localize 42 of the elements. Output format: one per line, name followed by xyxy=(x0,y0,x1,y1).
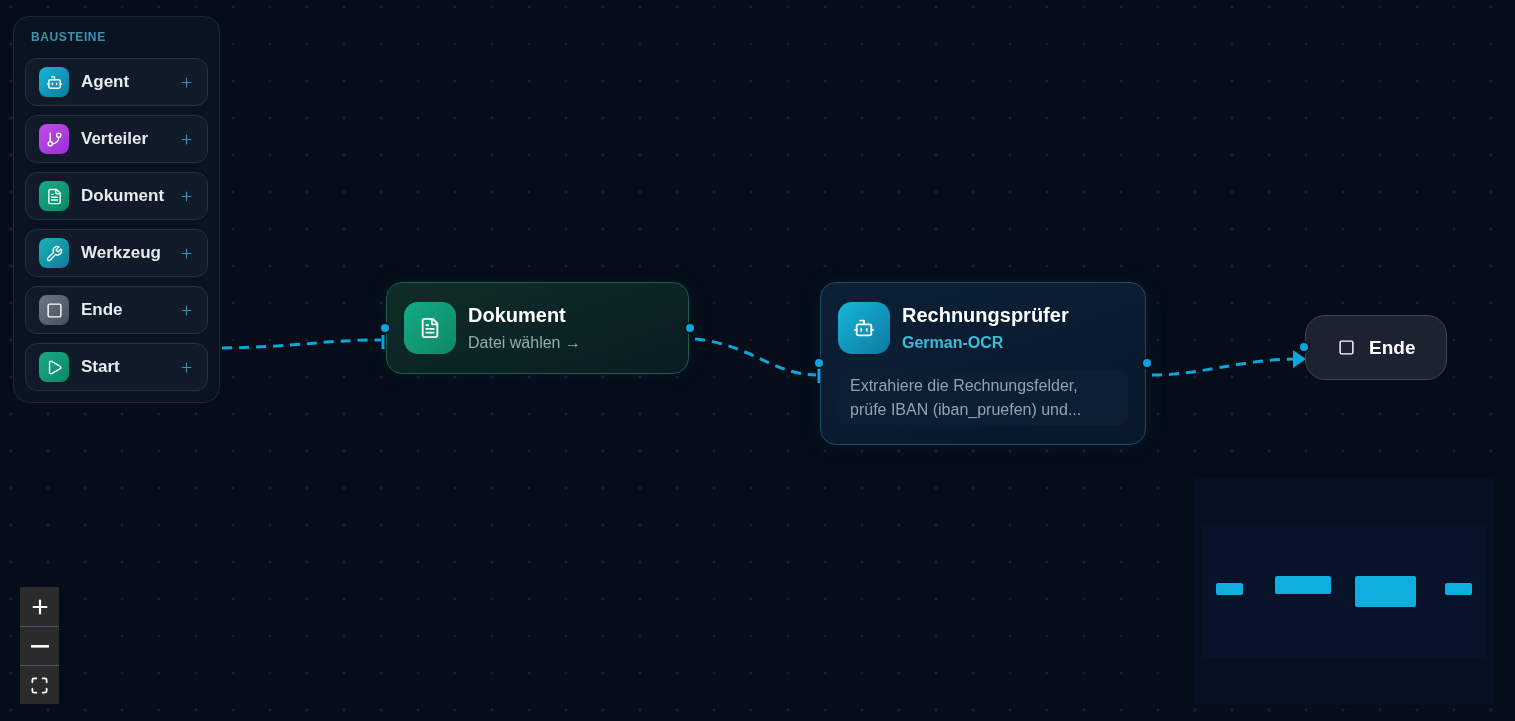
document-node[interactable]: Dokument Datei wählen → xyxy=(386,282,689,374)
connection-handle[interactable] xyxy=(379,322,391,334)
fit-view-button[interactable] xyxy=(20,665,59,704)
robot-icon xyxy=(838,302,890,354)
zoom-out-button[interactable] xyxy=(20,626,59,665)
play-icon xyxy=(39,352,69,382)
plus-icon xyxy=(179,302,194,318)
palette-item[interactable]: Ende xyxy=(25,286,208,334)
palette-item[interactable]: Werkzeug xyxy=(25,229,208,277)
node-title: Rechnungsprüfer xyxy=(902,303,1069,328)
connection-handle[interactable] xyxy=(1298,341,1310,353)
end-node[interactable]: Ende xyxy=(1305,315,1447,380)
robot-icon xyxy=(39,67,69,97)
branch-icon xyxy=(39,124,69,154)
palette-item[interactable]: Agent xyxy=(25,58,208,106)
wrench-icon xyxy=(39,238,69,268)
square-icon xyxy=(1338,339,1355,356)
palette-title: BAUSTEINE xyxy=(30,29,107,45)
frame-corners-icon xyxy=(30,675,49,695)
plus-icon xyxy=(179,188,194,204)
node-subtitle: German-OCR xyxy=(902,333,1004,353)
node-title: Dokument xyxy=(468,303,567,328)
minimap-node xyxy=(1355,576,1416,607)
minimap-node xyxy=(1275,576,1331,594)
plus-icon xyxy=(179,74,194,90)
minus-icon xyxy=(30,644,49,648)
connection-handle[interactable] xyxy=(813,357,825,369)
palette-item[interactable]: Start xyxy=(25,343,208,391)
minimap-node xyxy=(1216,583,1243,595)
minimap[interactable] xyxy=(1193,478,1495,705)
document-icon xyxy=(404,302,456,354)
document-icon xyxy=(39,181,69,211)
minimap-node xyxy=(1445,583,1472,595)
plus-icon xyxy=(179,359,194,375)
zoom-in-button[interactable] xyxy=(20,587,59,626)
choose-file-link[interactable]: Datei wählen → xyxy=(468,332,581,354)
agent-node[interactable]: Rechnungsprüfer German-OCR Extrahiere die Rechnungsfelder, prüfe IBAN (iban_pruefen) und... xyxy=(820,282,1146,445)
plus-icon xyxy=(179,245,194,261)
palette-item[interactable]: Verteiler xyxy=(25,115,208,163)
palette-item[interactable]: Dokument xyxy=(25,172,208,220)
plus-icon xyxy=(179,131,194,147)
node-title: Ende xyxy=(1369,335,1416,360)
